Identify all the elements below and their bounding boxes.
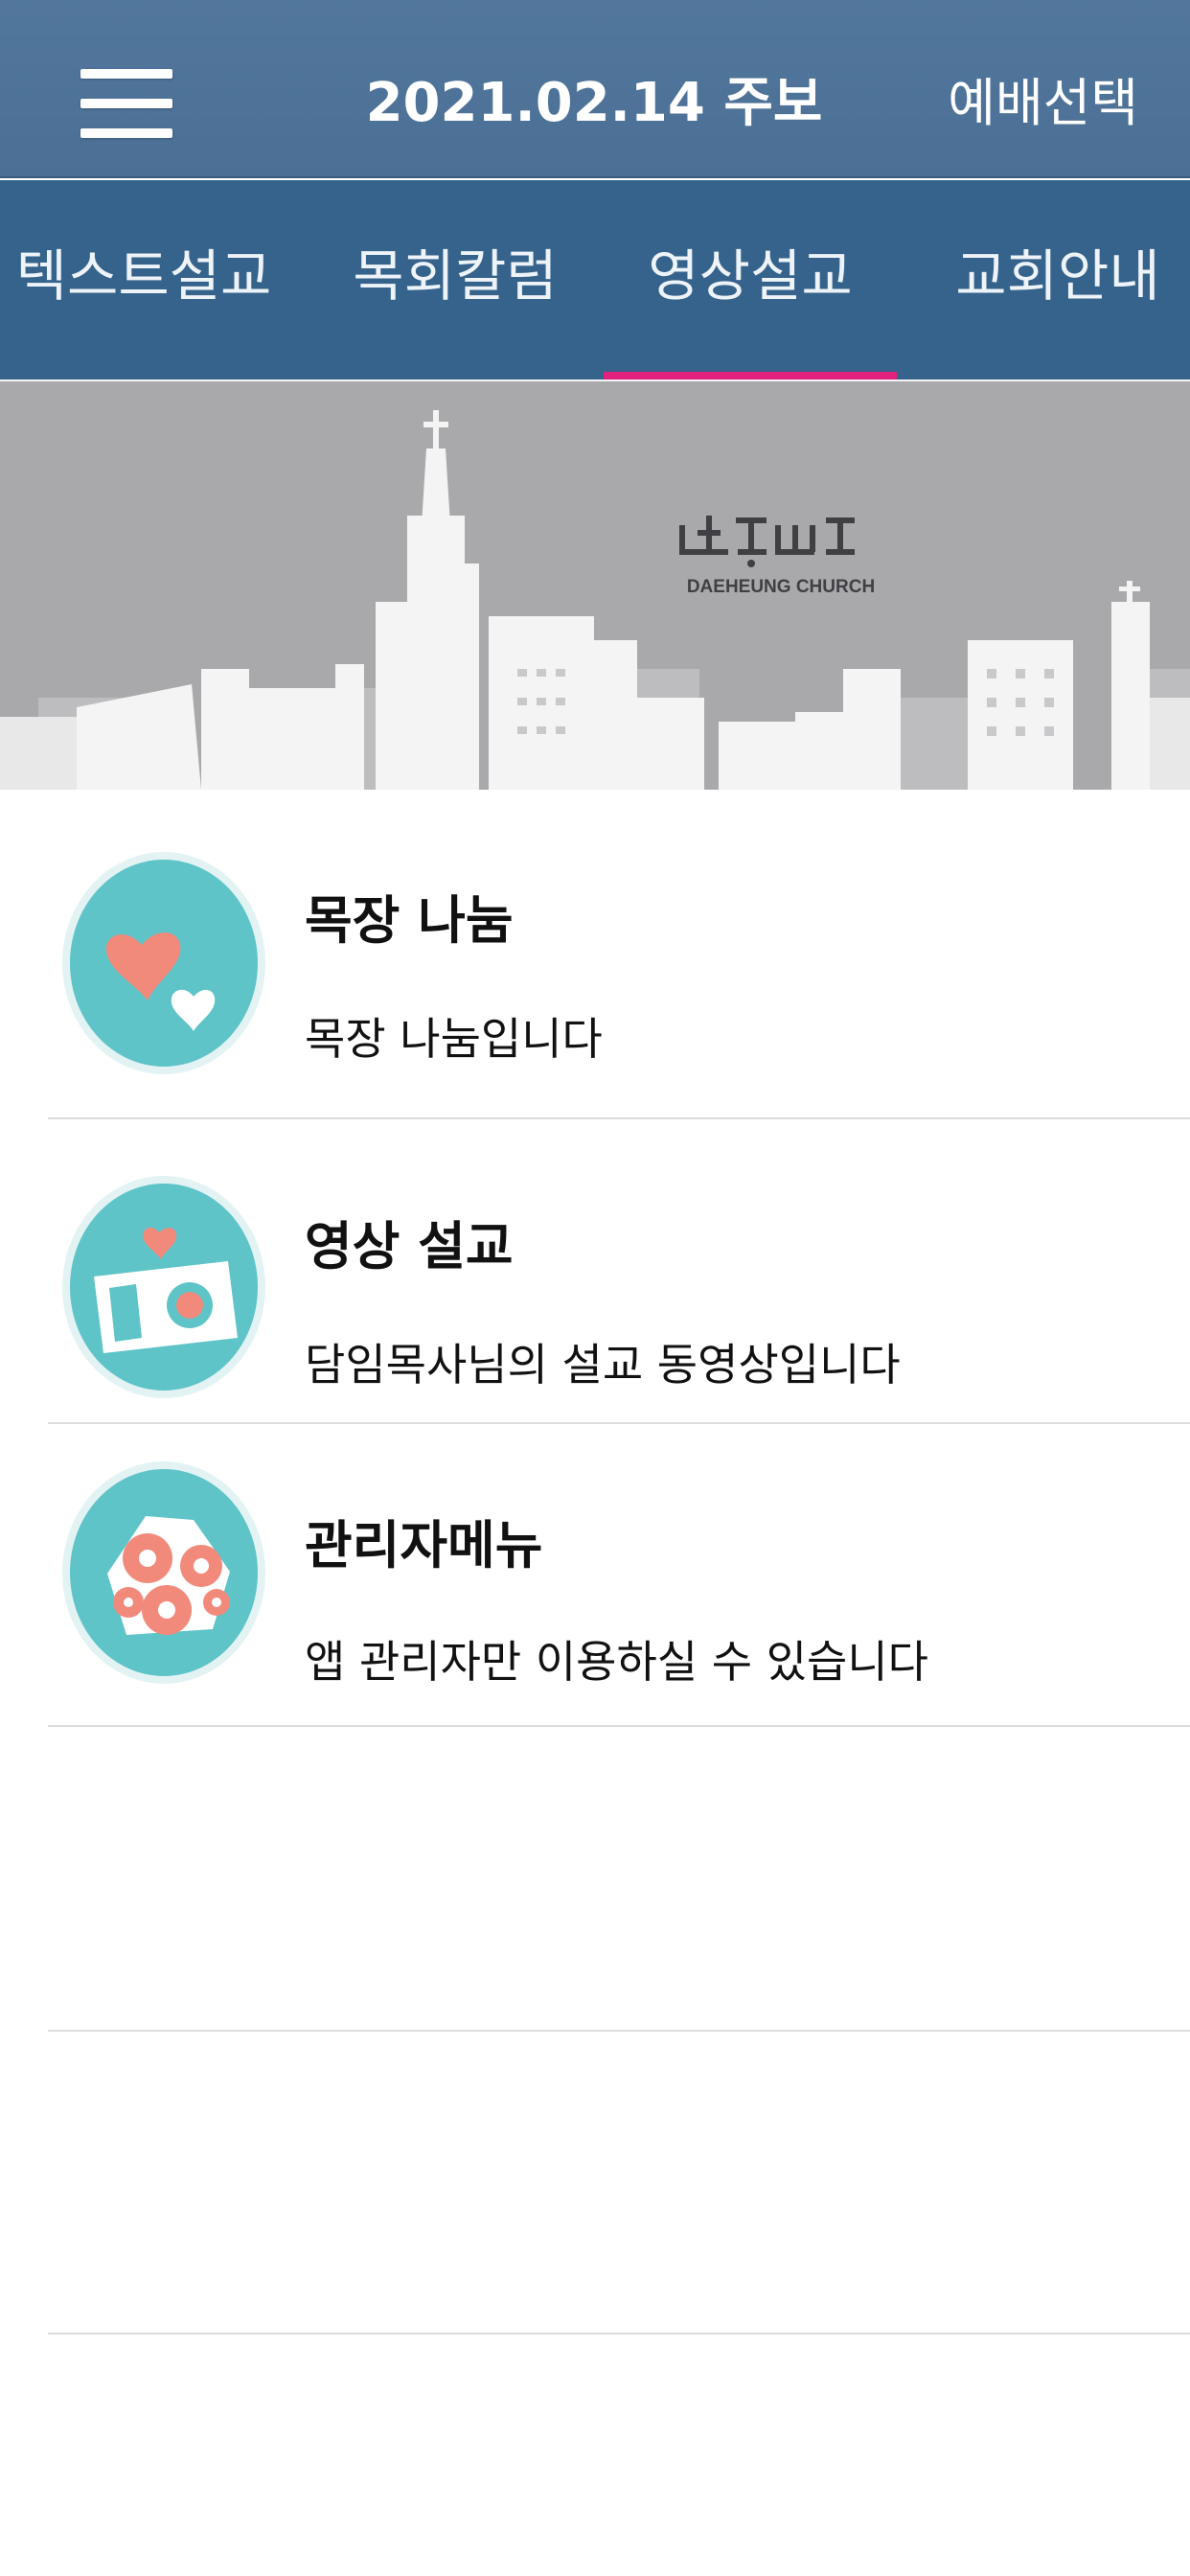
row-divider <box>48 2030 1190 2032</box>
tab-text-sermon[interactable]: 텍스트설교 <box>0 180 287 380</box>
tab-video-sermon[interactable]: 영상설교 <box>604 180 897 380</box>
tab-label: 텍스트설교 <box>15 243 272 309</box>
tab-label: 영상설교 <box>648 243 853 309</box>
list-item-title: 관리자메뉴 <box>305 1515 543 1576</box>
tab-indicator <box>604 372 897 380</box>
tab-church-info[interactable]: 교회안내 <box>926 180 1190 380</box>
tab-pastoral-column[interactable]: 목회칼럼 <box>316 180 594 380</box>
tab-bar: 텍스트설교 목회칼럼 영상설교 교회안내 <box>0 180 1190 380</box>
tab-label: 교회안내 <box>955 243 1160 309</box>
list-item-admin-menu[interactable]: 관리자메뉴 앱 관리자만 이용하실 수 있습니다 <box>0 1424 1190 1727</box>
list-item-video-sermon[interactable]: 영상 설교 담임목사님의 설교 동영상입니다 <box>0 1119 1190 1424</box>
hamburger-menu-icon[interactable] <box>80 69 172 138</box>
camera-icon <box>59 1173 268 1401</box>
list-item-cell-sharing[interactable]: 목장 나눔 목장 나눔입니다 <box>0 790 1190 1119</box>
banner-logo-text: DAEHEUNG CHURCH <box>687 577 875 597</box>
hearts-icon <box>59 849 268 1077</box>
row-divider <box>48 2333 1190 2334</box>
list-item-description: 목장 나눔입니다 <box>305 1013 603 1065</box>
list-item-description: 담임목사님의 설교 동영상입니다 <box>305 1339 901 1391</box>
page-title: 2021.02.14 주보 <box>365 72 823 134</box>
top-app-bar: 2021.02.14 주보 예배선택 <box>0 0 1190 178</box>
list-item-description: 앱 관리자만 이용하실 수 있습니다 <box>305 1636 928 1688</box>
tab-label: 목회칼럼 <box>353 243 558 309</box>
church-banner-image: DAEHEUNG CHURCH <box>0 381 1190 790</box>
service-select-button[interactable]: 예배선택 <box>948 69 1138 138</box>
list-item-title: 영상 설교 <box>305 1216 514 1276</box>
flowers-icon <box>59 1459 268 1687</box>
list-item-title: 목장 나눔 <box>305 890 514 951</box>
row-divider <box>48 1725 1190 1727</box>
